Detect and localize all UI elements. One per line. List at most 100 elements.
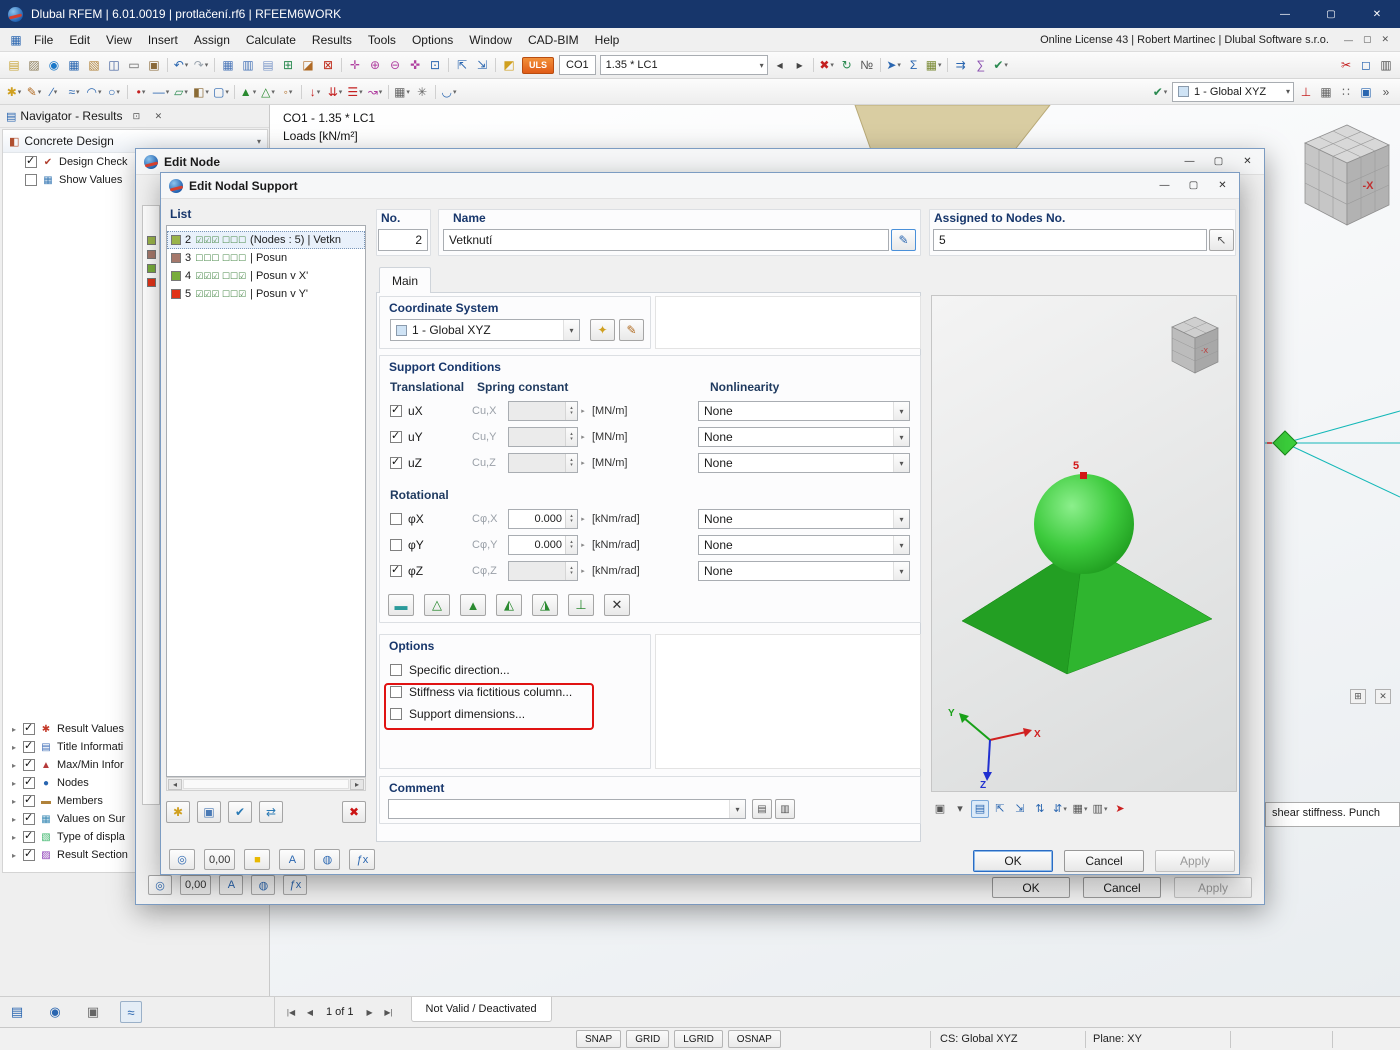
preview-projection-icon[interactable]: ▦ [1071, 800, 1089, 818]
fit-view-icon[interactable]: ⊡ [425, 55, 445, 75]
dof-checkbox[interactable] [390, 455, 402, 469]
expander-icon[interactable] [9, 725, 19, 734]
spring-constant-field[interactable] [508, 453, 578, 473]
tab-main[interactable]: Main [379, 267, 431, 293]
preview-reset-icon[interactable]: ➤ [1111, 800, 1129, 818]
polyline-tool-icon[interactable]: ≈ [64, 82, 84, 102]
display-checkbox[interactable] [23, 847, 35, 861]
print-icon[interactable]: ▭ [124, 55, 144, 75]
line-support-tool-icon[interactable]: △ [258, 82, 278, 102]
edit-node-formula-button[interactable]: ƒx [283, 875, 308, 895]
snap-toggle[interactable]: SNAP [576, 1030, 622, 1048]
display-checkbox[interactable] [23, 757, 35, 771]
edit-node-ok-button[interactable]: OK [992, 877, 1070, 898]
model-navigator-icon[interactable]: ▦ [64, 55, 84, 75]
nonlinearity-select[interactable]: None [698, 427, 910, 447]
elevation-icon[interactable]: ⇲ [472, 55, 492, 75]
support-type-roller-icon[interactable]: ▬ [388, 594, 414, 616]
zoom-in-icon[interactable]: ⊕ [365, 55, 385, 75]
navigation-cube[interactable]: -X [1275, 113, 1400, 238]
render-box-icon[interactable]: ◻ [1356, 55, 1376, 75]
formula-button[interactable]: ƒx [349, 849, 376, 870]
scroll-right-button[interactable]: ▸ [350, 778, 364, 790]
dof-checkbox[interactable] [390, 513, 402, 525]
maximize-button[interactable]: ▢ [1308, 0, 1354, 28]
line-load-tool-icon[interactable]: ⇊ [325, 82, 345, 102]
dof-checkbox[interactable] [390, 539, 402, 551]
edit-node-decimal-places-button[interactable]: 0,00 [180, 875, 212, 895]
support-preview[interactable]: 5 -X X Y Z [931, 295, 1237, 792]
spinner-icon[interactable] [565, 510, 577, 528]
assigned-nodes-input[interactable]: 5 [933, 229, 1207, 251]
clipping-icon[interactable]: ✂ [1336, 55, 1356, 75]
table-chart-icon[interactable]: ◪ [298, 55, 318, 75]
visibility-modes-icon[interactable]: ◉ [44, 1001, 66, 1023]
load-combination-select[interactable]: 1.35 * LC1 [599, 55, 768, 75]
preview-render-icon[interactable]: ▤ [971, 799, 989, 818]
nonlinearity-select[interactable]: None [698, 535, 910, 555]
pan-view-icon[interactable]: ✜ [405, 55, 425, 75]
font-button[interactable]: A [279, 849, 306, 870]
display-checkbox[interactable] [23, 739, 35, 753]
support-list-item-5[interactable]: 5 ☑☑☑ ☐☐☑ | Posun v Y' [167, 285, 365, 303]
decimal-places-button[interactable]: 0,00 [204, 849, 236, 870]
view-cube-icon[interactable]: ▣ [1356, 82, 1376, 102]
edit-node-close-button[interactable]: ✕ [1233, 151, 1262, 173]
dialog-close-button[interactable]: ✕ [1208, 175, 1237, 197]
menu-view[interactable]: View [98, 28, 140, 51]
expander-icon[interactable] [9, 797, 19, 806]
grid-settings-icon[interactable]: ▦ [1316, 82, 1336, 102]
new-support-button[interactable]: ✱ [166, 801, 190, 823]
menu-results[interactable]: Results [304, 28, 360, 51]
select-all-button[interactable]: ✔ [228, 801, 252, 823]
scroll-left-button[interactable]: ◂ [168, 778, 182, 790]
preview-display-icon[interactable]: ▥ [1091, 800, 1109, 818]
table-export-icon[interactable]: ⊞ [278, 55, 298, 75]
list-scrollbar[interactable]: ◂ ▸ [166, 777, 366, 791]
zoom-window-icon[interactable]: ✛ [345, 55, 365, 75]
dof-checkbox[interactable] [390, 403, 402, 417]
preview-view-z-icon[interactable]: ⇅ [1031, 800, 1049, 818]
imperfection-tool-icon[interactable]: ↝ [365, 82, 385, 102]
display-checkbox[interactable] [23, 775, 35, 789]
new-table-icon[interactable]: ▦ [218, 55, 238, 75]
edit-node-font-button[interactable]: A [219, 875, 244, 895]
menu-help[interactable]: Help [587, 28, 628, 51]
snap-settings-icon[interactable]: ∷ [1336, 82, 1356, 102]
support-type-fixed-icon[interactable]: ▲ [460, 594, 486, 616]
coordinate-system-select[interactable]: 1 - Global XYZ [390, 319, 580, 341]
spring-constant-field[interactable]: 0.000 [508, 535, 578, 555]
mesh-settings-icon[interactable]: ▦ [392, 82, 412, 102]
support-list[interactable]: 2 ☑☑☑ ☐☐☐ (Nodes : 5) | Vetkn 3 ☐☐☐ ☐☐☐ … [166, 225, 366, 777]
dialog-zoom-icon[interactable]: ◎ [169, 849, 195, 870]
solid-tool-icon[interactable]: ◧ [191, 82, 211, 102]
dof-checkbox[interactable] [390, 429, 402, 443]
dlubal-icon[interactable]: ◉ [44, 55, 64, 75]
comment-template-button[interactable]: ▤ [752, 799, 772, 819]
next-combination-icon[interactable]: ▸ [790, 55, 810, 75]
undo-icon[interactable]: ↶ [171, 55, 191, 75]
osnap-toggle[interactable]: OSNAP [727, 1030, 781, 1048]
edit-node-cancel-button[interactable]: Cancel [1083, 877, 1161, 898]
last-view-button[interactable]: ▶| [381, 1004, 397, 1020]
detail-arrow-icon[interactable] [578, 459, 588, 467]
close-button[interactable]: ✕ [1354, 0, 1400, 28]
dialog-minimize-button[interactable]: — [1150, 175, 1179, 197]
select-nodes-button[interactable]: ↖ [1209, 229, 1234, 251]
spring-constant-field[interactable]: 0.000 [508, 509, 578, 529]
display-checkbox[interactable] [23, 793, 35, 807]
copy-icon[interactable]: ▣ [144, 55, 164, 75]
option-specific-direction[interactable]: Specific direction... [386, 659, 646, 681]
save-icon[interactable]: ◫ [104, 55, 124, 75]
support-list-item-2[interactable]: 2 ☑☑☑ ☐☐☐ (Nodes : 5) | Vetkn [167, 231, 365, 249]
table-close-icon[interactable]: ⊠ [318, 55, 338, 75]
preview-image-menu-icon[interactable]: ▾ [951, 800, 969, 818]
view-tab[interactable]: Not Valid / Deactivated [410, 997, 552, 1022]
line-tool-icon[interactable]: ∕ [44, 82, 64, 102]
apply-button[interactable]: Apply [1155, 850, 1235, 872]
previous-view-button[interactable]: ◀ [302, 1004, 318, 1020]
support-type-delete-icon[interactable]: ✕ [604, 594, 630, 616]
spring-constant-field[interactable] [508, 427, 578, 447]
next-view-button[interactable]: ▶ [362, 1004, 378, 1020]
ok-button[interactable]: OK [973, 850, 1053, 872]
